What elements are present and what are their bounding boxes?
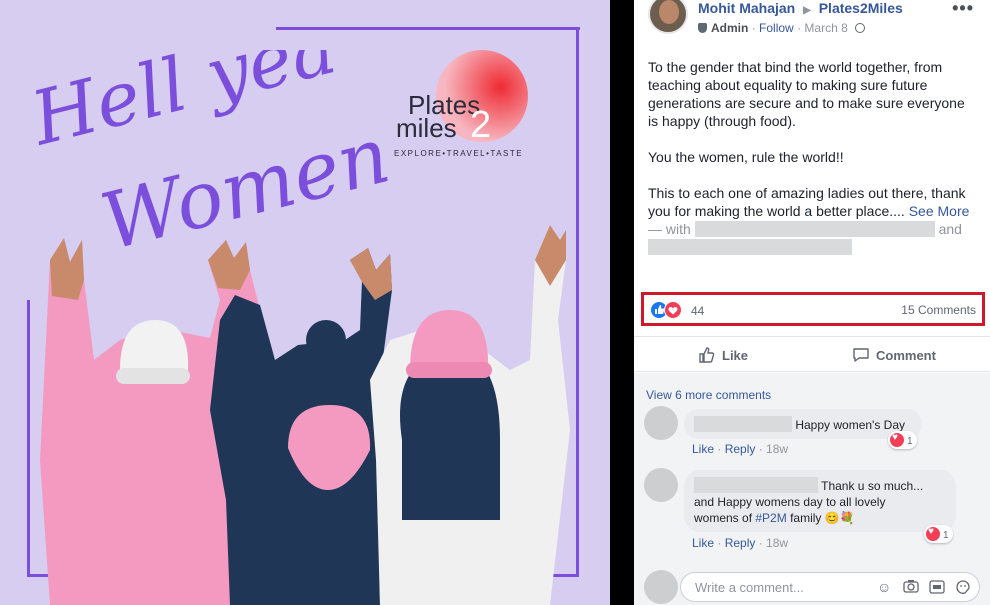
svg-text:miles: miles [396,113,457,143]
see-more-link[interactable]: See More [909,203,970,219]
post-date[interactable]: March 8 [804,21,847,35]
comment-placeholder: Write a comment... [695,580,804,595]
hashtag-link[interactable]: #P2M [755,511,786,525]
svg-text:EXPLORE•TRAVEL•TASTE: EXPLORE•TRAVEL•TASTE [394,149,523,158]
admin-shield-icon [698,23,707,33]
gif-icon[interactable] [929,580,945,597]
like-button[interactable]: Like [698,346,748,364]
emoji-icon: 😊💐 [824,511,855,525]
post-panel: Mohit Mahajan ▶ Plates2Miles ••• Admin ·… [634,0,990,605]
comments-section: View 6 more comments Happy women's Day 1… [634,373,990,605]
heart-icon [890,432,904,447]
comment-input[interactable]: Write a comment... ☺ [680,572,980,602]
commenter-avatar[interactable] [644,468,678,502]
comment-reply-link[interactable]: Reply [725,442,756,456]
commenter-avatar[interactable] [644,406,678,440]
post-meta: Admin · Follow · March 8 [698,21,866,35]
redacted-name[interactable] [694,416,792,432]
comment-count-link[interactable]: 15 Comments [901,303,976,317]
post-paragraph: This to each one of amazing ladies out t… [648,185,970,219]
comment-reaction-pill[interactable]: 1 [924,525,953,543]
smiley-icon[interactable]: ☺ [877,579,891,595]
tagged-line: — with and [648,220,978,256]
post-paragraph: To the gender that bind the world togeth… [648,59,965,129]
comment-reaction-pill[interactable]: 1 [888,431,917,449]
comment-bubble: Thank u so much... and Happy womens day … [684,470,956,532]
view-more-comments-link[interactable]: View 6 more comments [646,388,771,402]
comment-like-link[interactable]: Like [692,442,714,456]
page-name-link[interactable]: Plates2Miles [819,0,903,16]
reaction-count[interactable]: 44 [691,304,704,318]
sticker-icon[interactable] [955,579,971,598]
comment-button[interactable]: Comment [852,346,936,364]
admin-label: Admin [711,21,749,35]
post-text: To the gender that bind the world togeth… [648,58,978,274]
comment-age[interactable]: 18w [766,536,788,550]
heart-icon [926,526,940,541]
more-horizontal-icon[interactable]: ••• [952,0,974,19]
author-avatar[interactable] [648,0,688,34]
comment-text: and Happy womens day to all lovely [694,495,886,509]
comment-text: family [790,511,822,525]
comment-reply-link[interactable]: Reply [725,536,756,550]
comment-age[interactable]: 18w [766,442,788,456]
redacted-name[interactable] [694,477,818,493]
redacted-tag [694,221,935,237]
svg-text:2: 2 [470,104,491,146]
author-name-link[interactable]: Mohit Mahajan [698,0,795,16]
camera-icon[interactable] [903,579,919,596]
redacted-tag [648,239,852,255]
heart-icon [664,301,682,319]
comment-like-link[interactable]: Like [692,536,714,550]
action-bar: Like Comment [634,336,990,372]
thumbs-up-icon [699,347,715,363]
viewer-avatar [644,570,678,604]
comment-text: womens of [694,511,753,525]
women-illustration [40,225,570,605]
post-image[interactable]: Hell yea Women! Plates miles 2 EXPLORE•T… [0,0,610,605]
comment-bubble: Happy women's Day [684,409,922,439]
comment-text: Thank u so much... [821,479,924,493]
reaction-icons [650,301,690,319]
post-header: Mohit Mahajan ▶ Plates2Miles [698,0,903,16]
speech-bubble-icon [853,348,869,362]
triangle-right-icon: ▶ [803,5,811,16]
comment-meta: Like · Reply · 18w [692,442,789,456]
plates2miles-logo: Plates miles 2 EXPLORE•TRAVEL•TASTE [394,50,528,158]
post-paragraph: You the women, rule the world!! [648,149,844,165]
globe-icon [855,23,866,33]
reactions-summary[interactable]: 44 15 Comments [641,292,985,326]
comment-text: Happy women's Day [795,418,906,432]
follow-link[interactable]: Follow [759,21,794,35]
comment-meta: Like · Reply · 18w [692,536,789,550]
